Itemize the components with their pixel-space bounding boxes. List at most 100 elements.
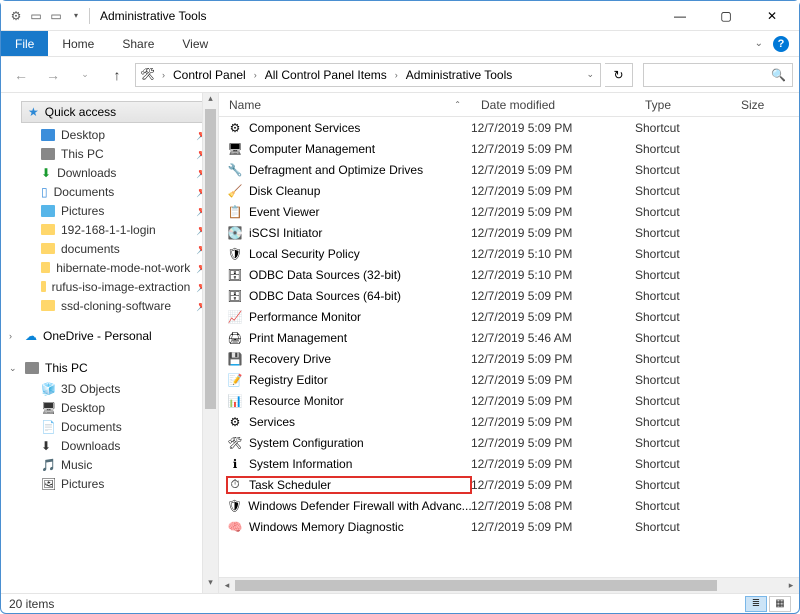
breadcrumb[interactable]: 🛠 › Control Panel › All Control Panel It…	[135, 63, 601, 87]
scroll-left-icon[interactable]: ◂	[219, 580, 235, 591]
sidebar-item[interactable]: 🧊3D Objects	[1, 379, 218, 398]
file-row[interactable]: 💾Recovery Drive12/7/2019 5:09 PMShortcut	[219, 348, 799, 369]
file-row[interactable]: 🧠Windows Memory Diagnostic12/7/2019 5:09…	[219, 516, 799, 537]
bc-item[interactable]: Control Panel	[169, 68, 250, 82]
sidebar-item[interactable]: ssd-cloning-software📌	[1, 296, 218, 315]
qat-properties-icon[interactable]: ▭	[29, 9, 43, 23]
sidebar-item[interactable]: rufus-iso-image-extraction📌	[1, 277, 218, 296]
sidebar-item[interactable]: documents📌	[1, 239, 218, 258]
sidebar-item-label: documents	[61, 242, 120, 256]
col-size[interactable]: Size	[731, 98, 799, 112]
file-date: 12/7/2019 5:09 PM	[471, 352, 635, 366]
file-row[interactable]: 🛡Local Security Policy12/7/2019 5:10 PMS…	[219, 243, 799, 264]
window-title: Administrative Tools	[100, 9, 207, 23]
file-row[interactable]: 📋Event Viewer12/7/2019 5:09 PMShortcut	[219, 201, 799, 222]
home-tab[interactable]: Home	[48, 31, 108, 56]
file-row[interactable]: 🗄ODBC Data Sources (32-bit)12/7/2019 5:1…	[219, 264, 799, 285]
file-row[interactable]: 🧹Disk Cleanup12/7/2019 5:09 PMShortcut	[219, 180, 799, 201]
ribbon-tabs: File Home Share View ⌄ ?	[1, 31, 799, 57]
sidebar-scrollbar[interactable]: ▴ ▾	[202, 93, 218, 593]
up-button[interactable]: ↑	[103, 61, 131, 89]
scroll-thumb[interactable]	[205, 109, 216, 409]
chevron-right-icon[interactable]: ›	[393, 70, 400, 80]
recent-dropdown[interactable]: ⌄	[71, 61, 99, 89]
sidebar-quick-access[interactable]: ★ Quick access	[21, 101, 212, 123]
sidebar-item[interactable]: ▯Documents📌	[1, 182, 218, 201]
forward-button[interactable]: →	[39, 61, 67, 89]
sidebar-item[interactable]: This PC📌	[1, 144, 218, 163]
sidebar-item[interactable]: Pictures📌	[1, 201, 218, 220]
refresh-button[interactable]: ↻	[605, 63, 633, 87]
file-type: Shortcut	[635, 499, 731, 513]
col-name[interactable]: Name ⌃	[219, 98, 471, 112]
breadcrumb-dropdown[interactable]: ⌄	[584, 69, 596, 80]
file-row[interactable]: 📊Resource Monitor12/7/2019 5:09 PMShortc…	[219, 390, 799, 411]
sidebar-item[interactable]: 🖼Pictures	[1, 474, 218, 493]
file-date: 12/7/2019 5:09 PM	[471, 520, 635, 534]
qat-dropdown-icon[interactable]: ▾	[69, 9, 83, 23]
pc-icon	[25, 362, 39, 374]
file-row[interactable]: ⚙Component Services12/7/2019 5:09 PMShor…	[219, 117, 799, 138]
maximize-button[interactable]: ▢	[703, 1, 749, 31]
file-row[interactable]: 🛠System Configuration12/7/2019 5:09 PMSh…	[219, 432, 799, 453]
ribbon-expand-icon[interactable]: ⌄	[755, 38, 763, 49]
scroll-up-icon[interactable]: ▴	[203, 93, 218, 109]
sidebar-item[interactable]: 192-168-1-1-login📌	[1, 220, 218, 239]
file-row[interactable]: 🔧Defragment and Optimize Drives12/7/2019…	[219, 159, 799, 180]
scroll-right-icon[interactable]: ▸	[783, 580, 799, 591]
col-type[interactable]: Type	[635, 98, 731, 112]
details-view-button[interactable]: ≣	[745, 596, 767, 612]
file-row[interactable]: ℹSystem Information12/7/2019 5:09 PMShor…	[219, 453, 799, 474]
sidebar-item[interactable]: 🎵Music	[1, 455, 218, 474]
chevron-right-icon[interactable]: ›	[252, 70, 259, 80]
file-row[interactable]: 📝Registry Editor12/7/2019 5:09 PMShortcu…	[219, 369, 799, 390]
file-date: 12/7/2019 5:09 PM	[471, 457, 635, 471]
file-row[interactable]: ⚙Services12/7/2019 5:09 PMShortcut	[219, 411, 799, 432]
scroll-down-icon[interactable]: ▾	[203, 577, 218, 593]
chevron-down-icon[interactable]: ⌄	[9, 363, 17, 374]
pc-icon	[41, 148, 55, 160]
folder-icon	[41, 262, 50, 273]
qat-newfolder-icon[interactable]: ▭	[49, 9, 63, 23]
sidebar-item[interactable]: Desktop📌	[1, 125, 218, 144]
sidebar-item[interactable]: ⬇Downloads📌	[1, 163, 218, 182]
file-date: 12/7/2019 5:09 PM	[471, 394, 635, 408]
file-tab[interactable]: File	[1, 31, 48, 56]
close-button[interactable]: ✕	[749, 1, 795, 31]
sidebar-item[interactable]: hibernate-mode-not-work📌	[1, 258, 218, 277]
file-row[interactable]: 📈Performance Monitor12/7/2019 5:09 PMSho…	[219, 306, 799, 327]
file-type: Shortcut	[635, 436, 731, 450]
sidebar-item[interactable]: 🖥Desktop	[1, 398, 218, 417]
bc-item[interactable]: Administrative Tools	[402, 68, 517, 82]
sidebar-this-pc[interactable]: ⌄ This PC	[1, 357, 218, 379]
chevron-right-icon[interactable]: ›	[160, 70, 167, 80]
back-button[interactable]: ←	[7, 61, 35, 89]
shortcut-icon: 📊	[227, 393, 243, 409]
view-tab[interactable]: View	[168, 31, 222, 56]
scroll-thumb[interactable]	[235, 580, 717, 591]
shortcut-icon: ⚙	[227, 120, 243, 136]
sidebar-onedrive[interactable]: › ☁ OneDrive - Personal	[1, 325, 218, 347]
content-area: ★ Quick access Desktop📌This PC📌⬇Download…	[1, 93, 799, 593]
sidebar-item[interactable]: 📄Documents	[1, 417, 218, 436]
h-scrollbar[interactable]: ◂ ▸	[219, 577, 799, 593]
search-input[interactable]: 🔍	[643, 63, 793, 87]
file-row[interactable]: 🛡Windows Defender Firewall with Advanc..…	[219, 495, 799, 516]
shortcut-icon: 💾	[227, 351, 243, 367]
chevron-right-icon[interactable]: ›	[9, 331, 12, 341]
file-row[interactable]: 🗄ODBC Data Sources (64-bit)12/7/2019 5:0…	[219, 285, 799, 306]
sidebar-item[interactable]: ⬇ Downloads	[1, 436, 218, 455]
help-icon[interactable]: ?	[773, 36, 789, 52]
bc-item[interactable]: All Control Panel Items	[261, 68, 391, 82]
file-row[interactable]: 🖥Computer Management12/7/2019 5:09 PMSho…	[219, 138, 799, 159]
share-tab[interactable]: Share	[108, 31, 168, 56]
icons-view-button[interactable]: ▦	[769, 596, 791, 612]
file-row[interactable]: ⏱Task Scheduler12/7/2019 5:09 PMShortcut	[219, 474, 799, 495]
file-type: Shortcut	[635, 457, 731, 471]
minimize-button[interactable]: —	[657, 1, 703, 31]
file-row[interactable]: 💽iSCSI Initiator12/7/2019 5:09 PMShortcu…	[219, 222, 799, 243]
col-date[interactable]: Date modified	[471, 98, 635, 112]
file-row[interactable]: 🖨Print Management12/7/2019 5:46 AMShortc…	[219, 327, 799, 348]
folder-icon: ⬇	[41, 439, 55, 453]
sidebar-item-label: Downloads	[61, 439, 120, 453]
